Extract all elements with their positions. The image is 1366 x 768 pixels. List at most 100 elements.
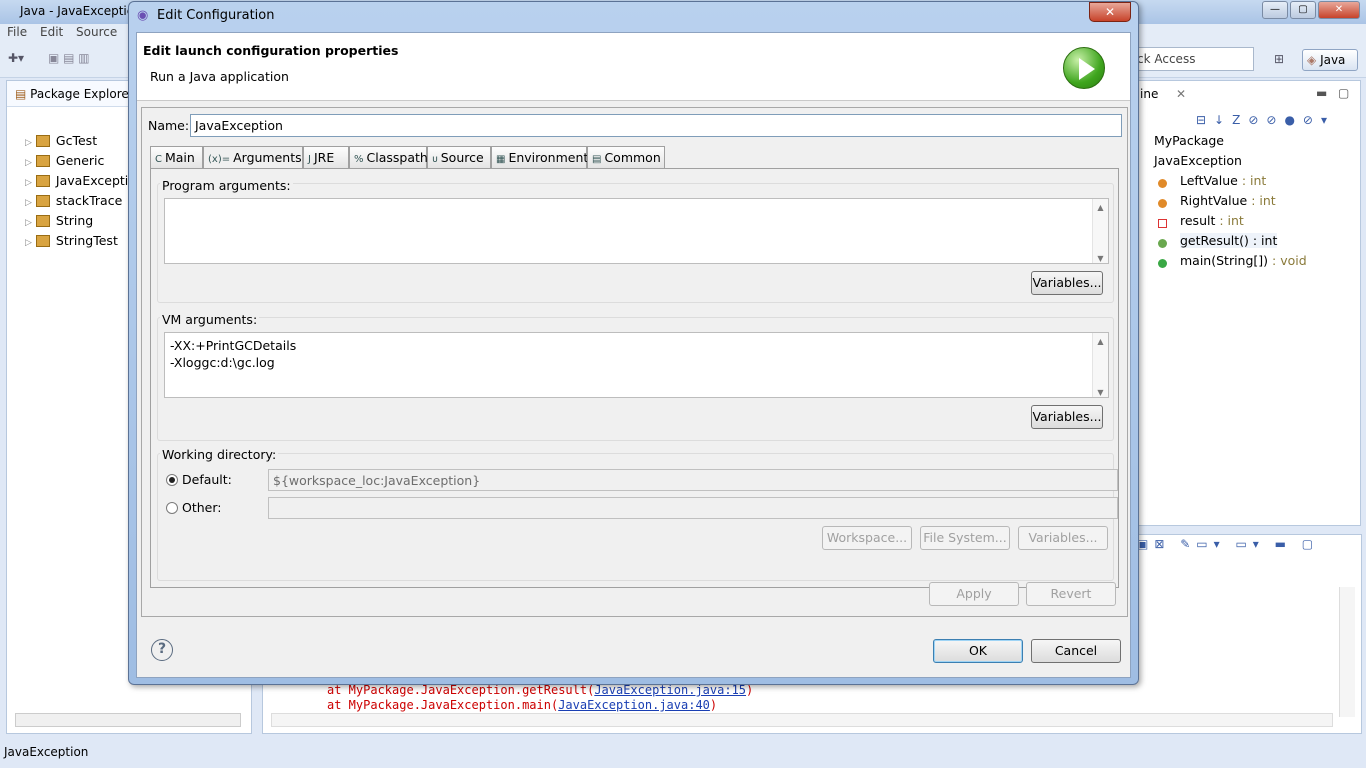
dialog-title: Edit Configuration [157,8,275,23]
outline-item[interactable]: main(String[]) : void [1180,253,1307,268]
expand-icon[interactable]: ▷ [25,138,32,148]
outline-item[interactable]: RightValue : int [1180,193,1276,208]
tab-jre[interactable]: J JRE [303,146,349,168]
close-window-button[interactable]: ✕ [1318,1,1360,19]
package-explorer-icon: ▤ [15,87,27,101]
expand-icon[interactable]: ▷ [25,158,32,168]
tree-item[interactable]: ▷ Generic [25,153,104,168]
stacktrace-link[interactable]: JavaException.java:15 [594,683,746,697]
outline-item[interactable]: getResult() : int [1180,233,1278,248]
textarea-scrollbar[interactable]: ▲ ▼ [1092,333,1108,397]
open-perspective-icon[interactable]: ⊞ [1274,52,1284,66]
menu-edit[interactable]: Edit [40,25,63,39]
tab-source[interactable]: ᴜ Source [427,146,491,168]
expand-icon[interactable]: ▷ [25,218,32,228]
new-icon[interactable]: ✚▾ [8,51,24,65]
expand-icon[interactable]: ▷ [25,198,32,208]
main-tab-icon: C [155,154,162,165]
textarea-scrollbar[interactable]: ▲ ▼ [1092,199,1108,263]
banner-subtitle: Run a Java application [150,69,289,84]
workspace-button[interactable]: Workspace... [822,526,912,550]
config-area: Name: JavaException C Main (x)= Arguments … [141,107,1128,617]
program-variables-button[interactable]: Variables... [1031,271,1103,295]
tree-item[interactable]: ▷ JavaExceptic [25,173,135,188]
tab-environment[interactable]: ▦ Environment [491,146,588,168]
console-toolbar-icons[interactable]: ▣⊠ ✎▭▾ ▭▾ ▬ ▢ [1137,537,1319,551]
dialog-body: Edit launch configuration properties Run… [136,32,1131,678]
outline-item[interactable]: LeftValue : int [1180,173,1266,188]
working-directory-label: Working directory: [160,447,279,462]
default-radio[interactable] [166,474,178,486]
console-line: at MyPackage.JavaException.main(JavaExce… [327,698,718,712]
expand-icon[interactable]: ▷ [25,178,32,188]
tree-item[interactable]: ▷ StringTest [25,233,118,248]
other-label: Other: [182,500,222,515]
help-icon[interactable]: ? [151,639,173,661]
default-label: Default: [182,472,232,487]
outline-toolbar-icons[interactable]: ⊟↓Z⊘⊘●⊘▾ [1196,113,1335,127]
outline-item[interactable]: MyPackage [1154,133,1224,148]
eclipse-icon: ◉ [137,8,149,23]
arguments-tab-icon: (x)= [208,154,231,165]
vm-variables-button[interactable]: Variables... [1031,405,1103,429]
field-icon [1158,179,1167,188]
save-icon[interactable]: ▣ ▤ ▥ [48,51,90,65]
java-perspective-icon: ◈ [1307,53,1317,67]
project-icon [35,235,50,247]
environment-tab-icon: ▦ [496,154,506,165]
tree-item[interactable]: ▷ GcTest [25,133,97,148]
outline-item[interactable]: result : int [1180,213,1244,228]
expand-icon[interactable]: ▷ [25,238,32,248]
java-perspective-button[interactable]: ◈ Java [1302,49,1358,71]
menu-file[interactable]: File [7,25,27,39]
tree-item[interactable]: ▷ stackTrace [25,193,122,208]
project-icon [35,175,50,187]
dialog-banner: Edit launch configuration properties Run… [137,33,1130,101]
program-arguments-label: Program arguments: [160,178,293,193]
source-tab-icon: ᴜ [432,154,438,165]
dialog-close-button[interactable]: ✕ [1089,2,1131,22]
workdir-variables-button[interactable]: Variables... [1018,526,1108,550]
other-directory-field [268,497,1118,519]
stacktrace-link[interactable]: JavaException.java:40 [558,698,710,712]
tab-arguments[interactable]: (x)= Arguments [203,146,303,169]
tab-classpath[interactable]: % Classpath [349,146,428,168]
vm-arguments-textarea[interactable]: -XX:+PrintGCDetails -Xloggc:d:\gc.log ▲ ▼ [164,332,1109,398]
outline-item[interactable]: JavaException [1154,153,1242,168]
minimize-icon[interactable]: ▬ [1316,86,1327,100]
apply-button[interactable]: Apply [929,582,1019,606]
cancel-button[interactable]: Cancel [1031,639,1121,663]
status-bar: JavaException [0,740,1366,768]
tab-main[interactable]: C Main [150,146,203,168]
jre-tab-icon: J [308,154,311,165]
horizontal-scrollbar[interactable] [15,713,241,727]
package-explorer-title: Package Explorer [30,87,134,101]
maximize-icon[interactable]: ▢ [1338,86,1349,100]
program-arguments-textarea[interactable]: ▲ ▼ [164,198,1109,264]
console-vertical-scrollbar[interactable] [1339,587,1355,717]
project-icon [35,215,50,227]
maximize-button[interactable]: ▢ [1290,1,1316,19]
ok-button[interactable]: OK [933,639,1023,663]
field-icon [1158,199,1167,208]
console-horizontal-scrollbar[interactable] [271,713,1333,727]
revert-button[interactable]: Revert [1026,582,1116,606]
vm-arguments-group: VM arguments: -XX:+PrintGCDetails -Xlogg… [157,312,1114,441]
tree-item[interactable]: ▷ String [25,213,93,228]
minimize-button[interactable]: — [1262,1,1288,19]
project-icon [35,135,50,147]
working-directory-group: Working directory: Default: ${workspace_… [157,447,1118,581]
quick-access-input[interactable]: ck Access [1130,47,1254,71]
classpath-tab-icon: % [354,154,364,165]
other-radio[interactable] [166,502,178,514]
tab-common[interactable]: ▤ Common [587,146,665,168]
close-icon[interactable]: ✕ [1176,87,1186,101]
arguments-tab-panel: Program arguments: ▲ ▼ Variables... VM ar… [150,168,1119,588]
name-input[interactable]: JavaException [190,114,1122,137]
static-method-icon [1158,259,1167,268]
private-field-icon [1158,219,1167,228]
project-icon [35,155,50,167]
file-system-button[interactable]: File System... [920,526,1010,550]
menu-source[interactable]: Source [76,25,117,39]
outline-tab-label[interactable]: ine [1140,87,1158,101]
